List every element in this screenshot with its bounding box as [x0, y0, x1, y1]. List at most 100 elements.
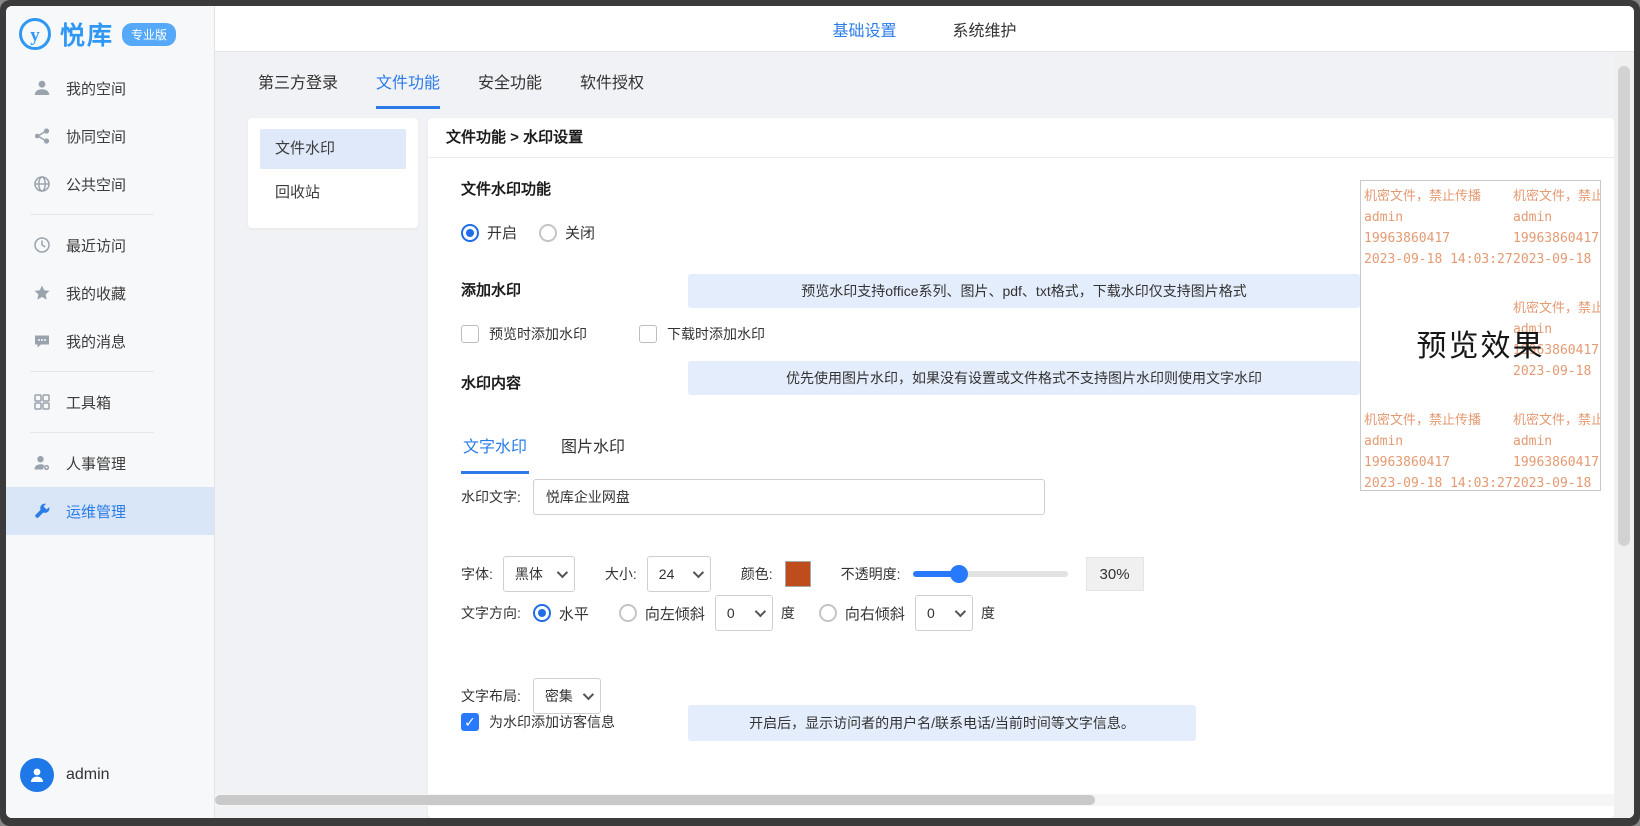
- slider-thumb[interactable]: [950, 565, 968, 583]
- watermark-sample: 机密文件，禁止传播admin199638604172023-09-18 14:0…: [1513, 410, 1601, 491]
- sidebar-item-public-space[interactable]: 公共空间: [6, 160, 214, 208]
- vertical-scrollbar-thumb[interactable]: [1618, 66, 1630, 546]
- user-gear-icon: [32, 453, 52, 473]
- chevron-down-icon: [583, 689, 594, 700]
- section-label-watermark-feature: 文件水印功能: [461, 178, 551, 199]
- size-label: 大小:: [605, 564, 637, 584]
- size-select[interactable]: 24: [647, 556, 711, 592]
- star-icon: [32, 283, 52, 303]
- horizontal-scrollbar[interactable]: [215, 794, 1614, 806]
- sidebar-item-toolbox[interactable]: 工具箱: [6, 378, 214, 426]
- radio-lean-right[interactable]: [819, 604, 837, 622]
- globe-icon: [32, 174, 52, 194]
- font-settings-row: 字体: 黑体 大小: 24 颜色: 不透明度: 30%: [461, 556, 1144, 592]
- radio-horizontal[interactable]: [533, 604, 551, 622]
- checkbox-download-watermark[interactable]: [639, 325, 657, 343]
- sidebar-item-label: 工具箱: [66, 392, 111, 413]
- lean-right-degree-value: 0: [927, 605, 935, 621]
- sidebar-item-label: 公共空间: [66, 174, 126, 195]
- checkbox-preview-watermark[interactable]: [461, 325, 479, 343]
- watermark-sample: 机密文件，禁止传播admin199638604172023-09-18 14:0…: [1513, 186, 1601, 270]
- lean-left-degree-select[interactable]: 0: [715, 595, 773, 631]
- logo[interactable]: y 悦库 专业版: [6, 6, 214, 62]
- section-label-watermark-content: 水印内容: [461, 372, 521, 393]
- text-direction-label: 文字方向:: [461, 603, 521, 623]
- font-select-value: 黑体: [515, 564, 543, 584]
- watermark-content-info: 优先使用图片水印，如果没有设置或文件格式不支持图片水印则使用文字水印: [688, 361, 1360, 395]
- sidebar-item-label: 协同空间: [66, 126, 126, 147]
- size-select-value: 24: [659, 566, 675, 582]
- edition-badge: 专业版: [122, 23, 176, 46]
- watermark-type-tabs: 文字水印 图片水印: [461, 433, 627, 474]
- checkbox-visitor-info[interactable]: ✓: [461, 713, 479, 731]
- message-icon: [32, 331, 52, 351]
- watermark-text-input[interactable]: 悦库企业网盘: [533, 479, 1045, 515]
- content-area: 第三方登录 文件功能 安全功能 软件授权 文件水印 回收站 文件功能 > 水印设…: [215, 52, 1634, 818]
- tab-text-watermark[interactable]: 文字水印: [461, 433, 529, 474]
- watermark-sample: 机密文件，禁止传播admin199638604172023-09-18 14:0…: [1364, 186, 1513, 270]
- logo-icon: y: [18, 17, 52, 51]
- sub-nav-panel: 文件水印 回收站: [248, 118, 418, 228]
- breadcrumb: 文件功能 > 水印设置: [428, 118, 1614, 158]
- topnav-item-basic-settings[interactable]: 基础设置: [832, 17, 896, 41]
- wrench-icon: [32, 501, 52, 521]
- sidebar-item-recent[interactable]: 最近访问: [6, 221, 214, 269]
- sidebar-item-ops-management[interactable]: 运维管理: [6, 487, 214, 535]
- app-window: y 悦库 专业版 我的空间 协同空间 公共空间 最近访问: [0, 0, 1640, 826]
- username: admin: [66, 766, 110, 784]
- sidebar-item-collab-space[interactable]: 协同空间: [6, 112, 214, 160]
- section-label-add-watermark: 添加水印: [461, 279, 521, 300]
- watermark-text-row: 水印文字: 悦库企业网盘: [461, 479, 1045, 515]
- grid-icon: [32, 392, 52, 412]
- tab-software-license[interactable]: 软件授权: [580, 69, 644, 109]
- checkbox-download-watermark-label: 下载时添加水印: [667, 324, 765, 344]
- tab-security-features[interactable]: 安全功能: [478, 69, 542, 109]
- user-account[interactable]: admin: [20, 758, 110, 792]
- horizontal-scrollbar-thumb[interactable]: [215, 795, 1095, 805]
- svg-text:y: y: [30, 25, 40, 46]
- checkbox-preview-watermark-label: 预览时添加水印: [489, 324, 587, 344]
- text-layout-row: 文字布局: 密集: [461, 678, 601, 714]
- font-label: 字体:: [461, 564, 493, 584]
- sidebar-item-messages[interactable]: 我的消息: [6, 317, 214, 365]
- watermark-settings-panel: 文件功能 > 水印设置 文件水印功能 开启 关闭 添加水印 预览水印支持offi…: [428, 118, 1614, 818]
- opacity-value: 30%: [1086, 557, 1144, 591]
- sidebar-item-my-space[interactable]: 我的空间: [6, 64, 214, 112]
- watermark-feature-radio-group: 开启 关闭: [461, 222, 595, 243]
- sidebar-item-label: 人事管理: [66, 453, 126, 474]
- chevron-down-icon: [693, 567, 704, 578]
- sidebar-item-hr-management[interactable]: 人事管理: [6, 439, 214, 487]
- color-label: 颜色:: [741, 564, 773, 584]
- vertical-scrollbar[interactable]: [1614, 52, 1634, 818]
- tab-third-party-login[interactable]: 第三方登录: [258, 69, 338, 109]
- radio-disable[interactable]: [539, 224, 557, 242]
- sidebar-menu: 我的空间 协同空间 公共空间 最近访问 我的收藏 我的消息: [6, 64, 214, 535]
- chevron-down-icon: [955, 606, 966, 617]
- text-layout-select[interactable]: 密集: [533, 678, 601, 714]
- radio-enable[interactable]: [461, 224, 479, 242]
- radio-lean-right-label: 向右倾斜: [845, 603, 905, 624]
- tab-file-features[interactable]: 文件功能: [376, 69, 440, 109]
- color-swatch[interactable]: [785, 561, 811, 587]
- sidebar-item-label: 我的空间: [66, 78, 126, 99]
- radio-lean-left[interactable]: [619, 604, 637, 622]
- opacity-label: 不透明度:: [841, 564, 901, 584]
- tab-image-watermark[interactable]: 图片水印: [559, 433, 627, 474]
- watermark-text-label: 水印文字:: [461, 487, 521, 507]
- font-select[interactable]: 黑体: [503, 556, 575, 592]
- lean-right-degree-select[interactable]: 0: [915, 595, 973, 631]
- radio-disable-label: 关闭: [565, 222, 595, 243]
- subnav-item-file-watermark[interactable]: 文件水印: [260, 129, 406, 169]
- subnav-item-recycle-bin[interactable]: 回收站: [260, 173, 406, 213]
- watermark-sample: 机密文件，禁止传播admin199638604172023-09-18 14:0…: [1364, 410, 1513, 491]
- chevron-down-icon: [755, 606, 766, 617]
- checkbox-visitor-info-label: 为水印添加访客信息: [489, 712, 615, 732]
- sidebar-item-favorites[interactable]: 我的收藏: [6, 269, 214, 317]
- share-icon: [32, 126, 52, 146]
- topnav-item-system-maintenance[interactable]: 系统维护: [953, 17, 1017, 41]
- preview-title: 预览效果: [1361, 321, 1600, 365]
- degree-label: 度: [781, 603, 795, 623]
- opacity-slider[interactable]: [913, 565, 1068, 583]
- avatar: [20, 758, 54, 792]
- settings-tabs: 第三方登录 文件功能 安全功能 软件授权: [215, 52, 1634, 109]
